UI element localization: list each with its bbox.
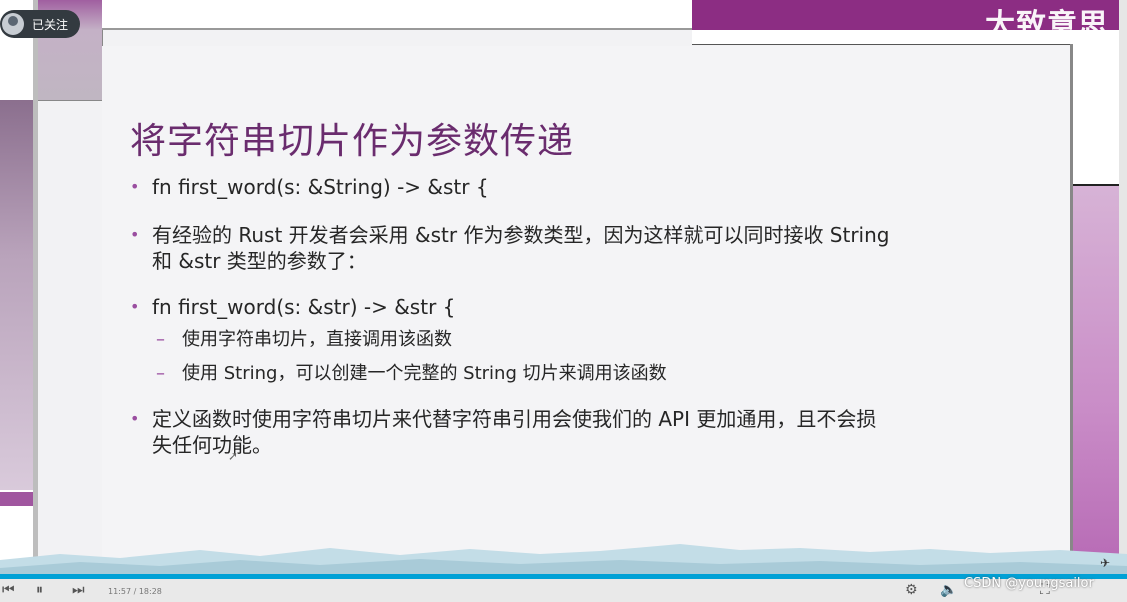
avatar	[2, 13, 24, 35]
bullet-item: • fn first_word(s: &str) -> &str {	[130, 294, 455, 320]
follow-label: 已关注	[32, 18, 69, 32]
bullet-item: • 有经验的 Rust 开发者会采用 &str 作为参数类型，因为这样就可以同时…	[130, 222, 890, 274]
dash-icon: –	[156, 363, 165, 384]
bullet-text-line: 和 &str 类型的参数了：	[152, 249, 367, 273]
dash-icon: –	[156, 329, 165, 350]
volume-icon[interactable]: 🔈	[940, 582, 957, 598]
sub-bullet-text: 使用字符串切片，直接调用该函数	[182, 329, 452, 350]
timecode: 11:57 / 18:28	[108, 587, 162, 596]
watermark-title: 大致意思	[985, 8, 1109, 43]
bullet-text-line: 失任何功能。	[152, 433, 272, 457]
bullet-icon: •	[130, 297, 140, 316]
play-icon[interactable]: ⏮	[2, 582, 15, 598]
left-decor-purple-bar	[0, 492, 36, 506]
pause-icon[interactable]: ⏸	[36, 582, 43, 598]
video-frame[interactable]: 将字符串切片作为参数传递 • fn first_word(s: &String)…	[0, 0, 1127, 602]
top-white-bar	[102, 0, 692, 30]
mouse-cursor-icon: ➚	[228, 449, 239, 463]
player-controls: ⏮ ⏸ ⏭ 11:57 / 18:28 ⚙ 🔈 ⛶	[0, 579, 1127, 602]
watermark-csdn: CSDN @youngsailor	[964, 576, 1094, 591]
sub-bullet-item: – 使用 String，可以创建一个完整的 String 切片来调用该函数	[156, 362, 667, 386]
right-decor-pink-panel	[1073, 186, 1119, 560]
left-decor-purple-panel	[0, 100, 36, 490]
follow-badge[interactable]: 已关注	[0, 10, 80, 38]
settings-icon[interactable]: ⚙	[905, 582, 918, 598]
bullet-text-line: 有经验的 Rust 开发者会采用 &str 作为参数类型，因为这样就可以同时接收…	[152, 223, 890, 247]
pin-icon[interactable]: ✈	[1100, 556, 1110, 570]
bullet-icon: •	[130, 177, 140, 196]
slide: 将字符串切片作为参数传递 • fn first_word(s: &String)…	[102, 46, 1070, 560]
sub-bullet-item: – 使用字符串切片，直接调用该函数	[156, 328, 452, 352]
slide-title: 将字符串切片作为参数传递	[130, 121, 575, 162]
bullet-icon: •	[130, 409, 140, 428]
right-edge	[1119, 0, 1127, 602]
next-icon[interactable]: ⏭	[72, 582, 85, 598]
bullet-icon: •	[130, 225, 140, 244]
bullet-text-line: 定义函数时使用字符串切片来代替字符串引用会使我们的 API 更加通用，且不会损	[152, 407, 877, 431]
bullet-item: • fn first_word(s: &String) -> &str {	[130, 174, 489, 200]
bullet-item: • 定义函数时使用字符串切片来代替字符串引用会使我们的 API 更加通用，且不会…	[130, 406, 876, 458]
left-decor-white-box	[0, 30, 36, 101]
right-decor-white-box	[1073, 44, 1119, 186]
sub-bullet-text: 使用 String，可以创建一个完整的 String 切片来调用该函数	[182, 363, 667, 384]
bullet-text: fn first_word(s: &str) -> &str {	[152, 295, 456, 319]
bullet-text: fn first_word(s: &String) -> &str {	[152, 175, 489, 199]
